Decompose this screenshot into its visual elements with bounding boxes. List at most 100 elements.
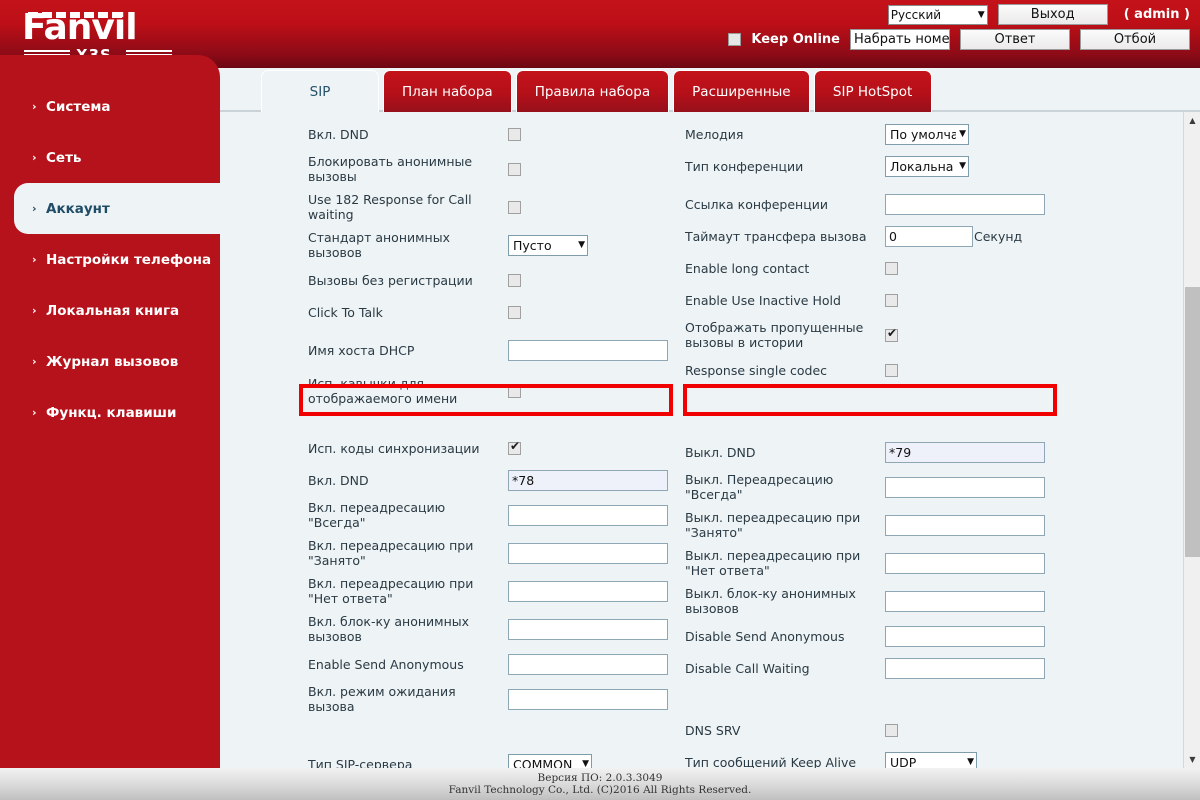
dhcp-hostname-input[interactable] [508,339,668,361]
dns-srv-checkbox[interactable] [885,723,898,737]
show-missed-calls-checkbox[interactable] [885,327,898,342]
row-forward-busy-off: Выкл. переадресацию при "Занято" [685,510,1060,540]
app-root: Fanvil X3S Русский ▼ Выход ( admin ) Kee… [0,0,1200,800]
tab-sip[interactable]: SIP [261,70,379,112]
sidebar-item-account[interactable]: › Аккаунт [14,183,220,234]
disable-call-waiting-input[interactable] [885,657,1045,679]
sidebar-item-network[interactable]: › Сеть [0,132,220,183]
field-label: Выкл. переадресацию при "Занято" [685,510,861,540]
sidebar-item-local-phonebook[interactable]: › Локальная книга [0,285,220,336]
forward-always-off-input[interactable] [885,476,1045,498]
logo-dash-decoration [28,12,124,18]
tab-sip-hotspot[interactable]: SIP HotSpot [813,70,932,112]
row-enable-dnd-top: Вкл. DND [308,122,683,146]
sidebar-item-function-keys[interactable]: › Функц. клавиши [0,387,220,438]
use-inactive-hold-checkbox[interactable] [885,293,898,307]
field-label: Вкл. блок-ку анонимных вызовов [308,614,470,644]
enable-long-contact-checkbox[interactable] [885,261,898,275]
block-anonymous-checkbox[interactable] [508,162,521,176]
enable-send-anonymous-input[interactable] [508,653,668,675]
row-forward-always-on: Вкл. переадресацию "Всегда" [308,500,683,530]
row-block-anonymous-off: Выкл. блок-ку анонимных вызовов [685,586,1060,616]
row-sip-server-type: Тип SIP-сервера COMMON ▼ [308,752,683,768]
row-conference-link: Ссылка конференции [685,192,1060,216]
dial-number-input[interactable]: Набрать номер [850,29,950,50]
select-value: Локальна [890,158,954,174]
row-dnd-on-code: Вкл. DND [308,468,683,492]
block-anonymous-off-input[interactable] [885,590,1045,612]
row-dhcp-hostname: Имя хоста DHCP [308,338,683,362]
field-label: Вкл. DND [308,472,369,488]
forward-noanswer-off-input[interactable] [885,552,1045,574]
hangup-button[interactable]: Отбой [1080,29,1190,50]
row-use-quotes-display-name: Исп. кавычки для отображаемого имени [308,376,683,406]
ringtone-select[interactable]: По умолча ▼ [885,123,969,145]
forward-always-on-input[interactable] [508,504,668,526]
answer-button[interactable]: Ответ [960,29,1070,50]
forward-busy-off-input[interactable] [885,514,1045,536]
forward-noanswer-on-input[interactable] [508,580,668,602]
tab-dial-plan[interactable]: План набора [383,70,512,112]
field-label: DNS SRV [685,722,741,738]
call-without-registration-checkbox[interactable] [508,273,521,287]
forward-busy-on-input[interactable] [508,542,668,564]
header-controls-row-2: Keep Online Набрать номер Ответ Отбой [728,29,1190,50]
logout-button[interactable]: Выход [997,4,1108,25]
field-label: Выкл. переадресацию при "Нет ответа" [685,548,861,578]
scrollbar-thumb[interactable] [1185,287,1200,557]
select-value: По умолча [890,126,957,142]
dnd-off-code-input[interactable] [885,441,1045,463]
field-label: Вкл. переадресацию "Всегда" [308,500,446,530]
block-anonymous-on-input[interactable] [508,618,668,640]
tab-dial-rules[interactable]: Правила набора [515,70,670,112]
chevron-right-icon: › [32,355,37,368]
language-select[interactable]: Русский ▼ [887,4,988,25]
chevron-right-icon: › [32,253,37,266]
sip-server-type-select[interactable]: COMMON ▼ [508,753,592,768]
response-single-codec-checkbox[interactable] [885,363,898,377]
enable-call-waiting-input[interactable] [508,688,668,710]
row-ringtone: Мелодия По умолча ▼ [685,122,1060,146]
form-column-right: Мелодия По умолча ▼ Тип конференции Лока… [685,112,1060,768]
keepalive-type-select[interactable]: UDP ▼ [885,751,977,768]
copyright-text: Fanvil Technology Co., Ltd. (C)2016 All … [448,784,752,796]
chevron-down-icon: ▼ [578,240,585,250]
use-182-response-checkbox[interactable] [508,200,521,214]
anonymous-standard-select[interactable]: Пусто ▼ [508,234,588,256]
sidebar-item-call-log[interactable]: › Журнал вызовов [0,336,220,387]
sidebar-item-system[interactable]: › Система [0,81,220,132]
keep-online-checkbox[interactable] [728,33,742,46]
row-disable-call-waiting: Disable Call Waiting [685,656,1060,680]
row-click-to-talk: Click To Talk [308,300,683,324]
sidebar-item-label: Сеть [46,149,82,166]
row-enable-call-waiting: Вкл. режим ожидания вызова [308,684,683,714]
transfer-timeout-input[interactable] [885,225,973,247]
sidebar-item-label: Журнал вызовов [46,353,179,370]
enable-dnd-checkbox[interactable] [508,127,521,141]
field-label: Выкл. DND [685,444,756,460]
field-label: Enable Send Anonymous [308,656,464,672]
scroll-up-arrow-icon[interactable]: ▲ [1184,112,1200,129]
sidebar: › Система › Сеть › Аккаунт › Настройки т… [0,55,220,768]
sidebar-item-phone-settings[interactable]: › Настройки телефона [0,234,220,285]
chevron-right-icon: › [32,100,37,113]
row-dnd-off-code: Выкл. DND [685,440,1060,464]
chevron-down-icon: ▼ [959,129,966,139]
tab-advanced[interactable]: Расширенные [673,70,810,112]
sync-codes-checkbox[interactable] [508,440,521,455]
conference-link-input[interactable] [885,193,1045,215]
field-label: Исп. коды синхронизации [308,440,480,456]
disable-send-anonymous-input[interactable] [885,625,1045,647]
field-label: Имя хоста DHCP [308,342,415,358]
brand-logo: Fanvil X3S [18,6,198,64]
use-quotes-display-name-checkbox[interactable] [508,384,521,398]
row-use-182-response: Use 182 Response for Call waiting [308,192,683,222]
click-to-talk-checkbox[interactable] [508,305,521,319]
field-label: Тип сообщений Keep Alive [685,754,857,769]
scroll-down-arrow-icon[interactable]: ▼ [1184,751,1200,768]
conference-type-select[interactable]: Локальна ▼ [885,155,969,177]
field-label: Вкл. переадресацию при "Занято" [308,538,474,568]
content-vertical-scrollbar[interactable]: ▲ ▼ [1183,112,1200,768]
dnd-on-code-input[interactable] [508,469,668,491]
chevron-right-icon: › [32,406,37,419]
